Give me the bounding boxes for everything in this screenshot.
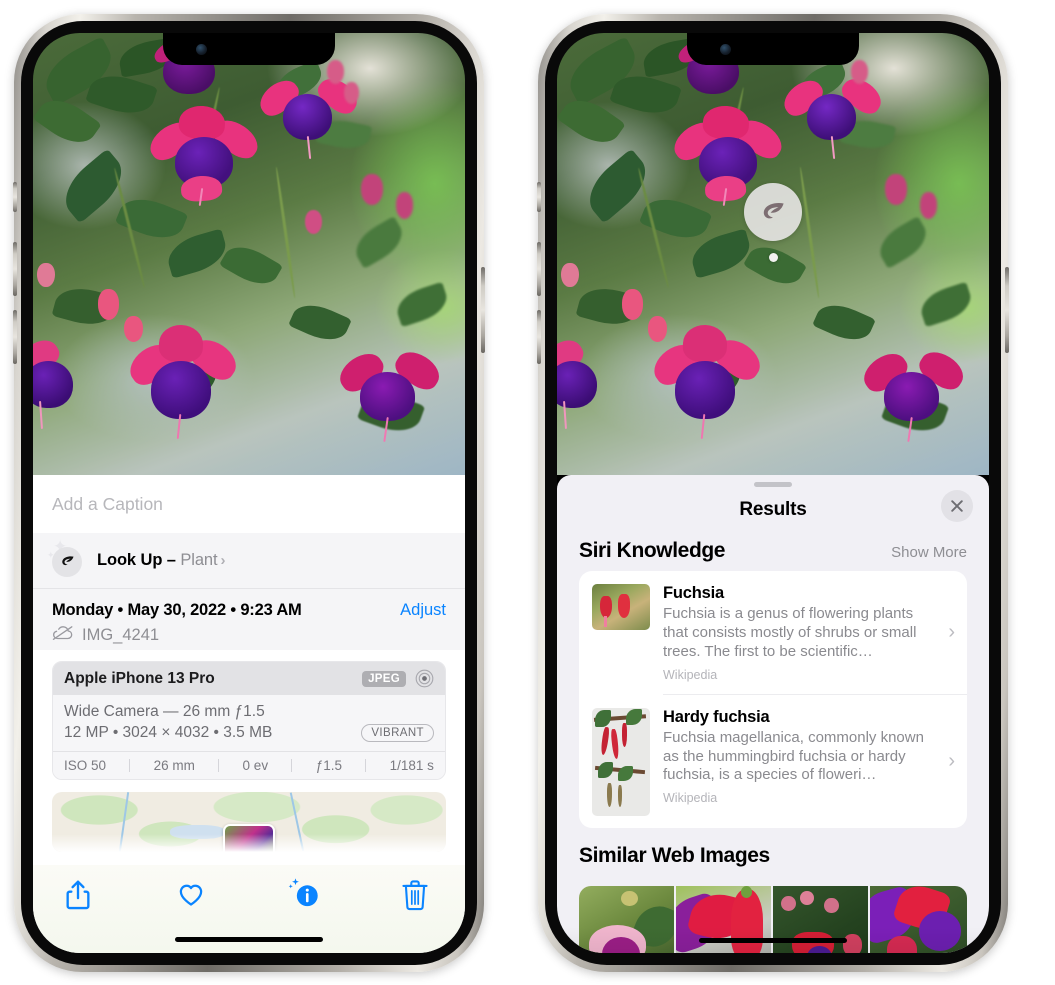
volume-down-right[interactable] [537,310,541,364]
divider [129,759,131,772]
photo-viewer-right[interactable] [557,33,989,475]
exif-stat: ƒ1.5 [315,758,342,773]
power-button-right[interactable] [1005,267,1009,353]
caption-input[interactable]: Add a Caption [33,475,465,533]
home-indicator-left[interactable] [175,936,323,942]
chevron-right-icon: › [948,621,955,644]
iphone-right: Results Siri Knowledge Show More Fuchsia… [537,14,1009,972]
photo-info-panel: Add a Caption ✦ ✦ Look Up – Plant › Mond… [33,475,465,953]
photo-toolbar [33,865,465,953]
notch-left [163,33,335,65]
look-up-icon-group: ✦ ✦ [47,538,84,577]
section-title: Siri Knowledge [579,539,726,562]
front-camera-right [720,44,731,55]
result-description: Fuchsia is a genus of flowering plants t… [663,605,917,660]
heart-icon[interactable] [176,879,210,913]
photo-metadata: Monday • May 30, 2022 • 9:23 AM Adjust I… [33,589,465,650]
location-map[interactable] [52,792,446,852]
mute-switch-left[interactable] [13,182,17,212]
result-thumbnail [592,584,650,630]
format-badge: JPEG [362,670,406,687]
result-thumbnail [592,707,650,816]
photo-date: Monday • May 30, 2022 • 9:23 AM [52,601,302,619]
result-source: Wikipedia [663,667,718,682]
exif-stat: ISO 50 [64,758,107,773]
siri-knowledge-header: Siri Knowledge Show More [557,533,989,571]
map-fade [52,834,446,852]
show-more-button[interactable]: Show More [891,544,967,561]
screen-left: Add a Caption ✦ ✦ Look Up – Plant › Mond… [33,33,465,953]
iphone-left: Add a Caption ✦ ✦ Look Up – Plant › Mond… [13,14,485,972]
photo-viewer[interactable] [33,33,465,475]
knowledge-row[interactable]: Fuchsia Fuchsia is a genus of flowering … [579,571,967,694]
lens-info: Wide Camera — 26 mm ƒ1.5 [64,703,265,720]
mute-switch-right[interactable] [537,182,541,212]
result-source: Wikipedia [663,791,718,806]
similar-web-images-header: Similar Web Images [557,828,989,876]
notch-right [687,33,859,65]
exif-card: Apple iPhone 13 Pro JPEG Wide Camera — 2… [52,661,446,780]
divider [291,759,293,772]
look-up-label: Look Up – Plant › [97,551,225,570]
file-size-info: 12 MP • 3024 × 4032 • 3.5 MB [64,724,273,741]
adjust-button[interactable]: Adjust [400,601,446,620]
results-sheet: Results Siri Knowledge Show More Fuchsia… [557,475,989,953]
section-title: Similar Web Images [579,843,770,867]
camera-model: Apple iPhone 13 Pro [64,669,215,687]
volume-down-left[interactable] [13,310,17,364]
volume-up-left[interactable] [13,242,17,296]
look-up-title: Look Up – [97,551,181,569]
info-sparkle-icon[interactable] [288,878,322,913]
share-icon[interactable] [63,879,97,913]
photo-filename: IMG_4241 [82,626,160,644]
icloud-slash-icon [52,625,74,646]
close-icon [951,500,963,512]
indicator-dot [768,253,778,262]
leaf-icon [52,546,82,577]
divider [218,759,220,772]
result-title: Hardy fuchsia [663,707,770,726]
close-button[interactable] [941,490,973,522]
power-button-left[interactable] [481,267,485,353]
result-description: Fuchsia magellanica, commonly known as t… [663,728,924,784]
chevron-right-icon: › [220,552,226,569]
look-up-subject: Plant [180,551,218,569]
screenshot-root: Add a Caption ✦ ✦ Look Up – Plant › Mond… [0,0,1055,985]
trash-icon[interactable] [401,879,435,913]
visual-lookup-badge[interactable] [744,183,802,262]
result-title: Fuchsia [663,584,724,602]
look-up-row[interactable]: ✦ ✦ Look Up – Plant › [33,533,465,589]
chevron-right-icon: › [948,750,955,773]
photographic-style-badge: VIBRANT [361,724,434,742]
camera-lens-icon [415,669,434,688]
front-camera-left [196,44,207,55]
screen-right: Results Siri Knowledge Show More Fuchsia… [557,33,989,953]
siri-knowledge-card: Fuchsia Fuchsia is a genus of flowering … [579,571,967,828]
exif-stat: 1/181 s [389,758,434,773]
volume-up-right[interactable] [537,242,541,296]
exif-stat: 26 mm [153,758,195,773]
exif-stat: 0 ev [242,758,269,773]
exif-stats-row: ISO 50 26 mm 0 ev ƒ1.5 1/181 s [53,751,445,779]
home-indicator-right[interactable] [699,937,847,943]
divider [365,759,367,772]
sheet-title: Results [739,499,807,520]
leaf-icon [744,183,802,241]
knowledge-row[interactable]: Hardy fuchsia Fuchsia magellanica, commo… [579,695,967,828]
